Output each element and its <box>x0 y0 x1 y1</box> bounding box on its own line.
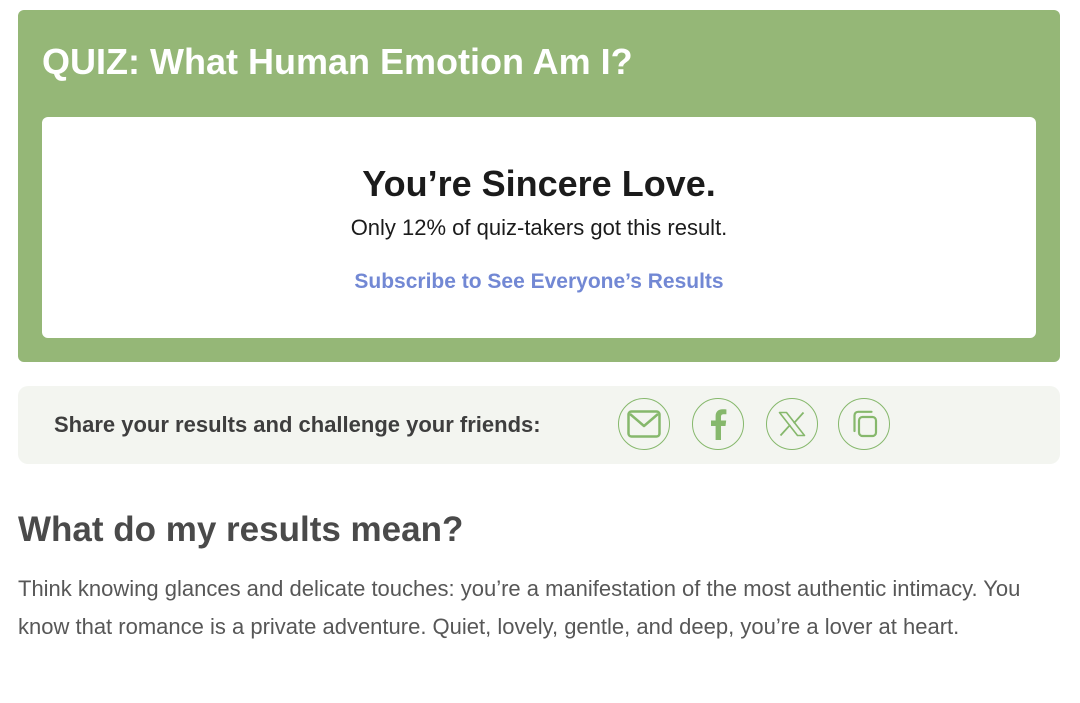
result-stat: Only 12% of quiz-takers got this result. <box>350 215 728 240</box>
share-email-button[interactable] <box>618 398 670 450</box>
envelope-icon <box>627 410 661 438</box>
share-label: Share your results and challenge your fr… <box>54 412 541 437</box>
share-facebook-button[interactable] <box>692 398 744 450</box>
facebook-icon <box>711 409 727 440</box>
share-copy-button[interactable] <box>838 398 890 450</box>
x-icon <box>778 411 806 437</box>
result-box: You’re Sincere Love. Only 12% of quiz-ta… <box>42 117 1036 338</box>
results-meaning-body: Think knowing glances and delicate touch… <box>18 576 1021 639</box>
subscribe-link[interactable]: Subscribe to See Everyone’s Results <box>42 269 1036 295</box>
quiz-title: QUIZ: What Human Emotion Am I? <box>42 41 633 82</box>
results-meaning-heading: What do my results mean? <box>18 510 464 549</box>
result-heading: You’re Sincere Love. <box>362 163 716 204</box>
copy-icon <box>853 410 878 438</box>
quiz-card: QUIZ: What Human Emotion Am I? You’re Si… <box>18 10 1060 362</box>
share-bar: Share your results and challenge your fr… <box>18 386 1060 464</box>
share-x-button[interactable] <box>766 398 818 450</box>
